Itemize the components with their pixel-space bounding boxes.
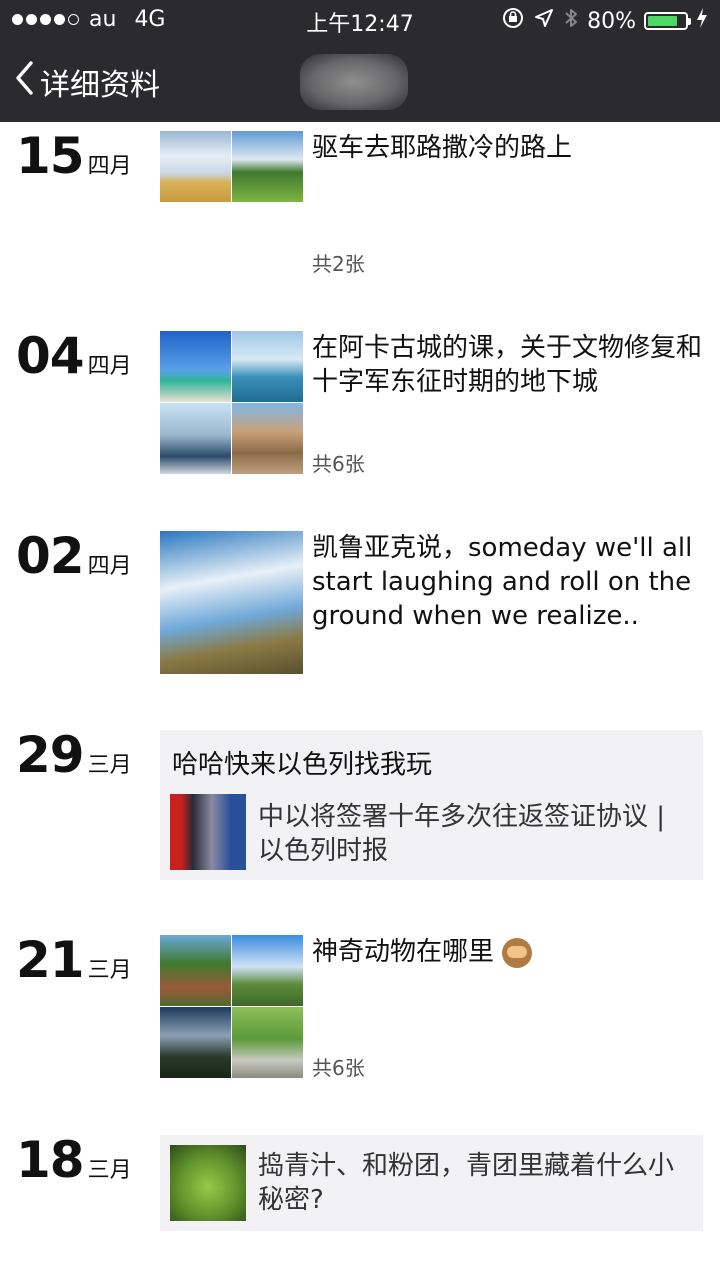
entry-day: 21: [16, 931, 85, 989]
orientation-lock-icon: [501, 6, 525, 36]
entry-caption-text: 神奇动物在哪里: [312, 937, 495, 967]
share-article-title: 中以将签署十年多次往返签证协议 | 以色列时报: [258, 802, 666, 866]
entry-date: 29 三月: [16, 727, 132, 783]
entry-caption: 凯鲁亚克说，someday we'll all start laughing a…: [312, 533, 693, 631]
entry-day: 04: [16, 327, 85, 385]
entry-month: 三月: [87, 958, 132, 983]
photo-thumbnail[interactable]: [232, 1007, 303, 1078]
entry-day: 02: [16, 527, 85, 585]
entry-caption: 神奇动物在哪里: [312, 935, 702, 969]
photo-grid[interactable]: [160, 331, 303, 474]
shared-link-card[interactable]: 捣青汁、和粉团，青团里藏着什么小秘密?: [160, 1135, 703, 1231]
entry-day: 18: [16, 1131, 85, 1189]
battery-icon: [644, 12, 691, 30]
back-button[interactable]: 详细资料: [14, 60, 160, 104]
photo-grid[interactable]: [160, 935, 303, 1078]
article-thumbnail: [170, 1145, 246, 1221]
nav-bar: 详细资料: [0, 44, 720, 122]
entry-caption: 在阿卡古城的课，关于文物修复和十字军东征时期的地下城: [312, 333, 703, 397]
status-bar: au 4G 上午12:47 80%: [0, 0, 720, 40]
photo-grid[interactable]: [160, 131, 303, 274]
photo-thumbnail[interactable]: [160, 403, 231, 474]
entry-date: 21 三月: [16, 932, 132, 988]
photo-count: 共2张: [312, 252, 365, 276]
photo-count: 共6张: [312, 452, 365, 476]
bluetooth-icon: [563, 6, 579, 36]
back-label: 详细资料: [40, 68, 160, 103]
entry-month: 四月: [87, 154, 132, 179]
entry-date: 15 四月: [16, 128, 132, 184]
article-thumbnail: [170, 794, 246, 870]
location-arrow-icon: [533, 7, 555, 35]
entry-day: 15: [16, 127, 85, 185]
photo-grid[interactable]: [160, 531, 303, 674]
share-title: 哈哈快来以色列找我玩: [172, 750, 433, 780]
photo-thumbnail[interactable]: [160, 1007, 231, 1078]
entry-month: 四月: [87, 554, 132, 579]
share-article-title: 捣青汁、和粉团，青团里藏着什么小秘密?: [258, 1151, 675, 1215]
charging-bolt-icon: [696, 7, 708, 35]
photo-thumbnail[interactable]: [160, 531, 303, 674]
entry-caption: 驱车去耶路撒冷的路上: [312, 133, 573, 163]
photo-thumbnail[interactable]: [160, 331, 231, 402]
entry-month: 三月: [87, 753, 132, 778]
entry-date: 18 三月: [16, 1132, 132, 1188]
blurred-name: [300, 54, 408, 110]
entry-month: 四月: [87, 354, 132, 379]
photo-thumbnail[interactable]: [232, 935, 303, 1006]
photo-thumbnail[interactable]: [232, 331, 303, 402]
entry-date: 02 四月: [16, 528, 132, 584]
see-no-evil-monkey-icon: [502, 937, 533, 968]
battery-percent: 80%: [587, 8, 636, 34]
entry-date: 04 四月: [16, 328, 132, 384]
photo-thumbnail[interactable]: [232, 131, 303, 202]
photo-thumbnail[interactable]: [232, 403, 303, 474]
shared-link-card[interactable]: 哈哈快来以色列找我玩 中以将签署十年多次往返签证协议 | 以色列时报: [160, 730, 703, 880]
top-bar: au 4G 上午12:47 80% 详细资料: [0, 0, 720, 122]
photo-thumbnail[interactable]: [160, 935, 231, 1006]
entry-day: 29: [16, 726, 85, 784]
photo-thumbnail[interactable]: [160, 131, 231, 202]
entry-month: 三月: [87, 1158, 132, 1183]
chevron-left-icon: [14, 60, 34, 104]
photo-count: 共6张: [312, 1056, 365, 1080]
